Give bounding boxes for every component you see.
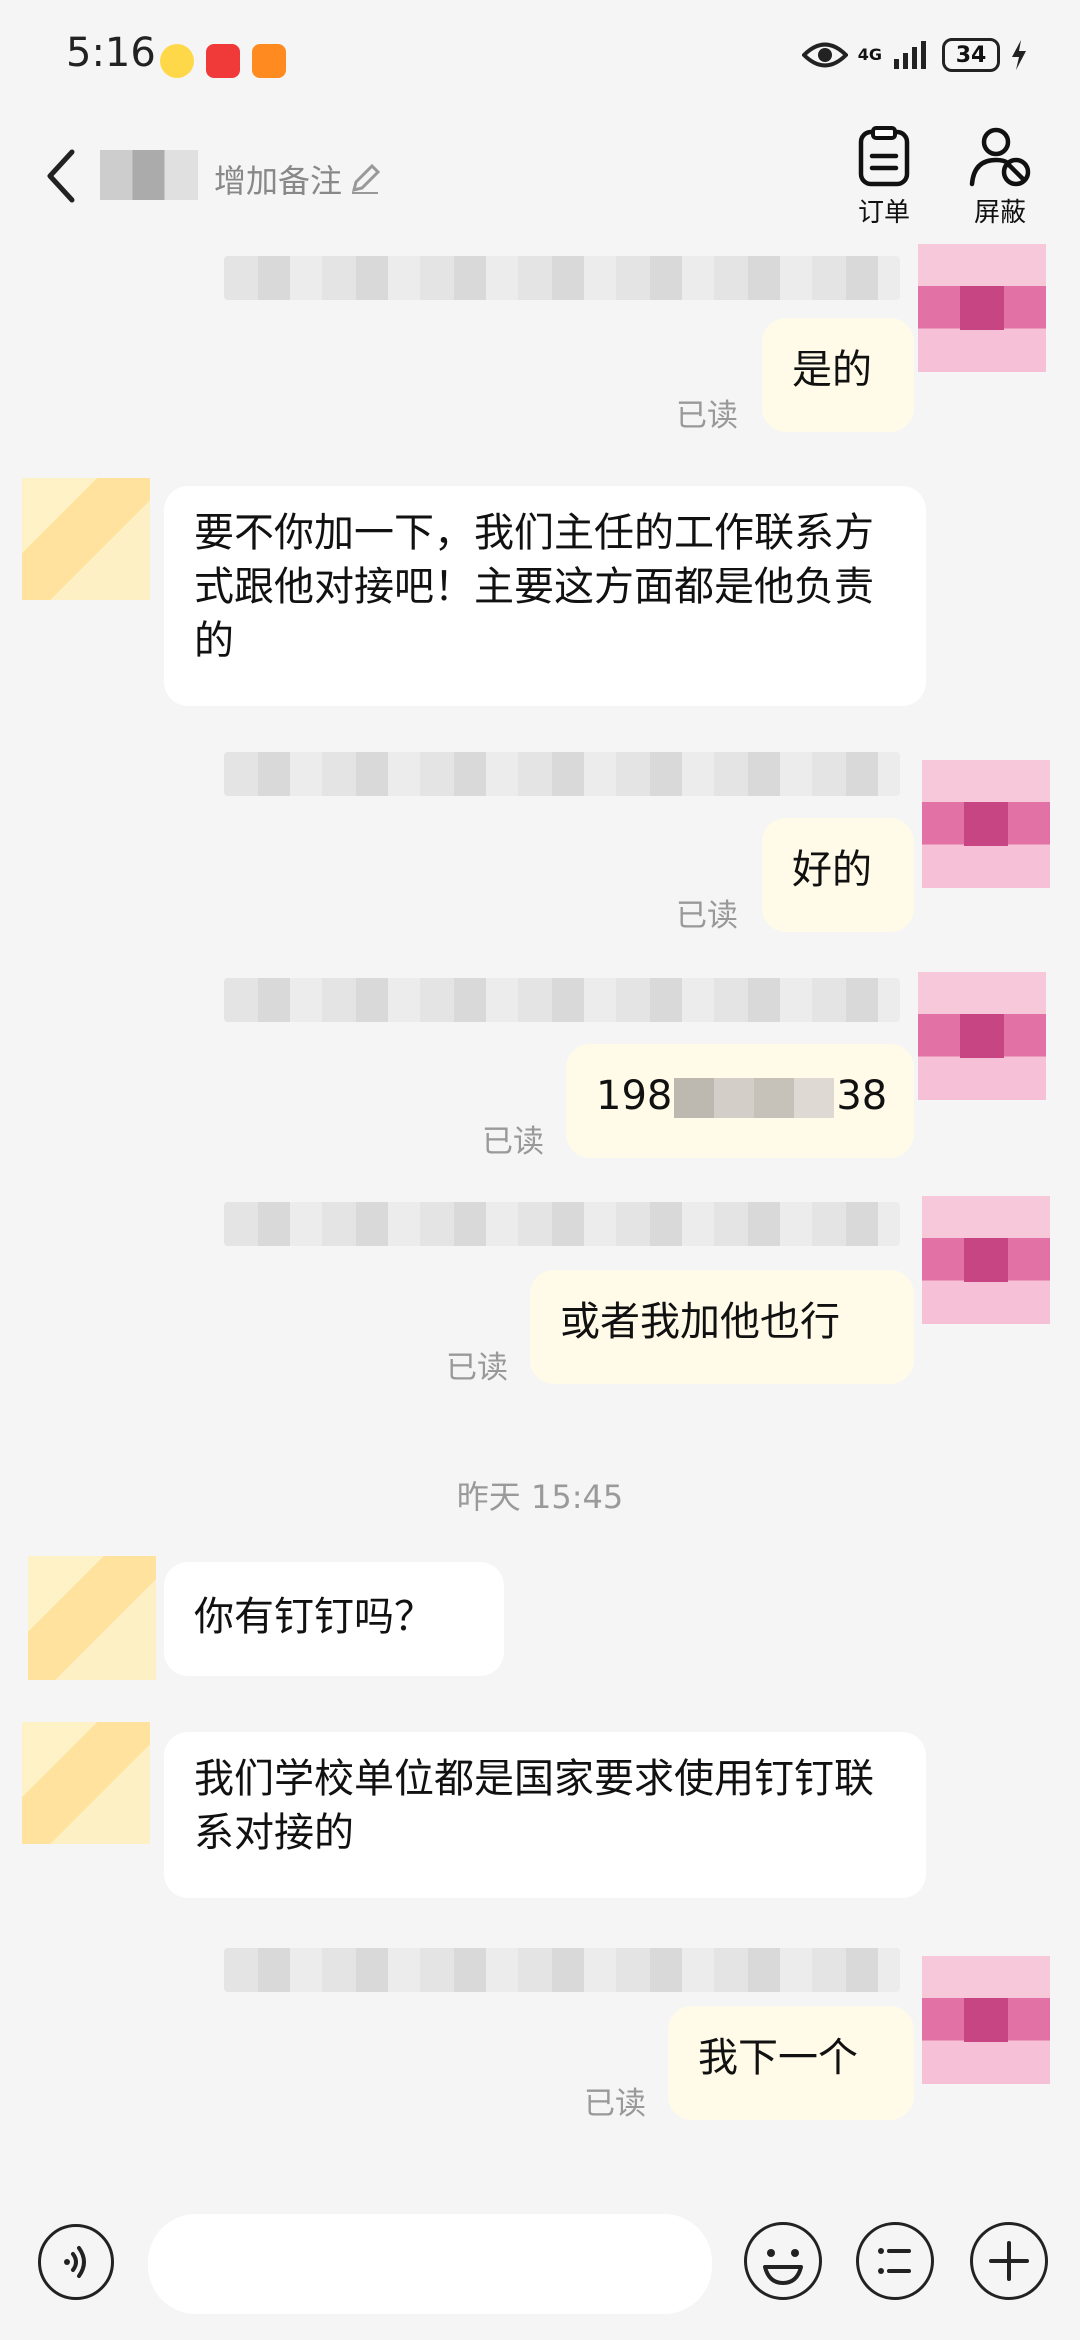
add-remark-button[interactable]: 增加备注 bbox=[214, 156, 382, 202]
quick-reply-button[interactable] bbox=[856, 2222, 934, 2300]
list-icon bbox=[878, 2248, 911, 2274]
phone-suffix: 38 bbox=[836, 1073, 888, 1119]
status-indicators: 4G 34 bbox=[801, 38, 1028, 72]
sender-name-blurred bbox=[224, 1948, 900, 1992]
time-divider: 昨天 15:45 bbox=[456, 1478, 624, 1516]
battery-indicator: 34 bbox=[942, 38, 1000, 72]
message-bubble[interactable]: 我们学校单位都是国家要求使用钉钉联系对接的 bbox=[164, 1732, 926, 1898]
voice-input-button[interactable] bbox=[38, 2224, 114, 2300]
network-type: 4G bbox=[857, 45, 882, 64]
my-avatar[interactable] bbox=[922, 1956, 1050, 2084]
contact-avatar[interactable] bbox=[22, 1722, 150, 1844]
order-button[interactable]: 订单 bbox=[844, 126, 924, 229]
read-status: 已读 bbox=[446, 1350, 508, 1386]
my-avatar[interactable] bbox=[918, 972, 1046, 1100]
red-app-icon bbox=[206, 44, 240, 78]
block-button[interactable]: 屏蔽 bbox=[960, 126, 1040, 229]
sender-name-blurred bbox=[224, 1202, 900, 1246]
eye-icon bbox=[801, 42, 848, 68]
phone-number-masked bbox=[674, 1078, 835, 1118]
contact-name-blurred bbox=[100, 150, 198, 200]
message-bubble[interactable]: 你有钉钉吗？ bbox=[164, 1562, 504, 1676]
phone-number-bubble[interactable]: 198 38 bbox=[566, 1044, 914, 1158]
message-input[interactable] bbox=[148, 2214, 712, 2314]
status-time: 5:16 bbox=[66, 30, 156, 76]
message-bubble[interactable]: 好的 bbox=[762, 818, 914, 932]
bunny-app-icon bbox=[160, 44, 194, 78]
add-remark-label: 增加备注 bbox=[214, 162, 343, 200]
emoji-button[interactable] bbox=[744, 2222, 822, 2300]
voice-icon bbox=[64, 2246, 86, 2278]
plus-icon bbox=[989, 2241, 1029, 2281]
sender-name-blurred bbox=[224, 978, 900, 1022]
back-icon[interactable] bbox=[42, 146, 82, 206]
order-label: 订单 bbox=[857, 198, 910, 228]
message-bubble[interactable]: 要不你加一下，我们主任的工作联系方式跟他对接吧！主要这方面都是他负责的 bbox=[164, 486, 926, 706]
block-user-icon bbox=[969, 127, 1031, 187]
message-bubble[interactable]: 我下一个 bbox=[668, 2006, 914, 2120]
sender-name-blurred bbox=[224, 752, 900, 796]
my-avatar[interactable] bbox=[922, 1196, 1050, 1324]
contact-avatar[interactable] bbox=[28, 1556, 156, 1680]
signal-icon bbox=[894, 41, 926, 69]
sender-name-blurred bbox=[224, 256, 900, 300]
block-label: 屏蔽 bbox=[973, 198, 1026, 228]
message-bubble[interactable]: 或者我加他也行 bbox=[530, 1270, 914, 1384]
edit-icon bbox=[351, 163, 381, 194]
my-avatar[interactable] bbox=[918, 244, 1046, 372]
contact-avatar[interactable] bbox=[22, 478, 150, 600]
order-icon bbox=[858, 126, 910, 187]
charging-icon bbox=[1012, 40, 1026, 70]
phone-prefix: 198 bbox=[596, 1073, 673, 1119]
read-status: 已读 bbox=[584, 2086, 646, 2122]
emoji-icon bbox=[763, 2249, 803, 2285]
video-app-icon bbox=[252, 44, 286, 78]
read-status: 已读 bbox=[482, 1124, 544, 1160]
read-status: 已读 bbox=[676, 898, 738, 934]
my-avatar[interactable] bbox=[922, 760, 1050, 888]
read-status: 已读 bbox=[676, 398, 738, 434]
more-button[interactable] bbox=[970, 2222, 1048, 2300]
message-bubble[interactable]: 是的 bbox=[762, 318, 914, 432]
